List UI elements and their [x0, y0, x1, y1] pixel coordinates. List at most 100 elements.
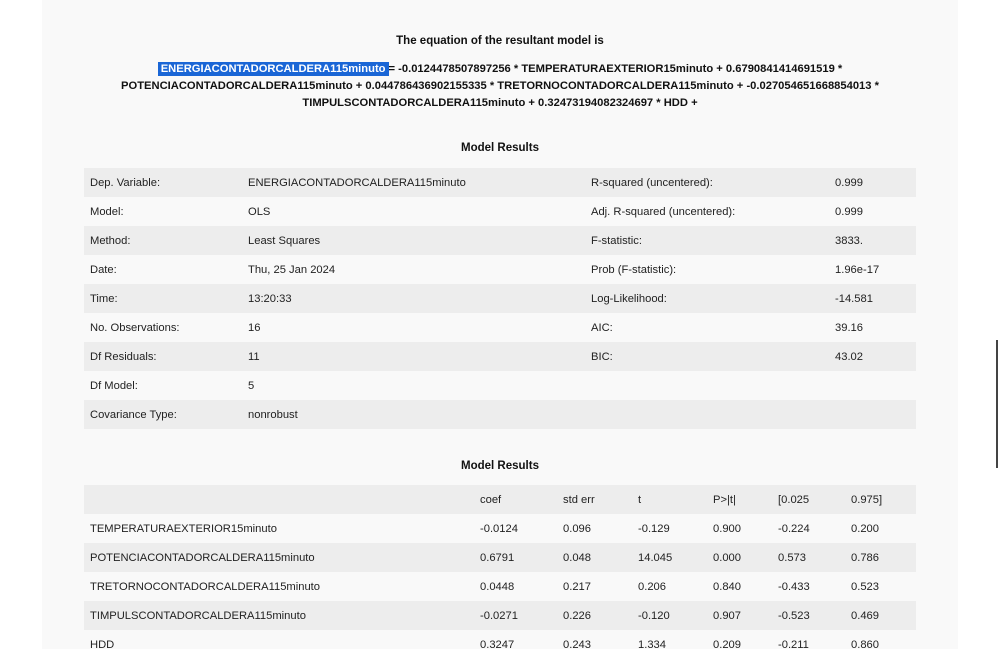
column-header: t — [638, 493, 642, 506]
coefficient-row: HDD 0.3247 0.243 1.334 0.209 -0.211 0.860 — [84, 630, 916, 659]
summary-cell — [585, 371, 829, 400]
coefficient-cell: -0.0124 — [480, 522, 518, 535]
coefficient-cell: 0.6791 — [480, 551, 515, 564]
coefficient-cell: 0.048 — [563, 551, 591, 564]
coefficient-cell: -0.129 — [638, 522, 670, 535]
summary-row: Df Residuals: 11 BIC: 43.02 — [84, 342, 916, 371]
coefficient-row: TRETORNOCONTADORCALDERA115minuto 0.0448 0.… — [84, 572, 916, 601]
column-header — [84, 485, 474, 514]
coefficient-cell: 0.860 — [851, 638, 879, 651]
coefficient-cell: 0.206 — [638, 580, 666, 593]
summary-cell: Thu, 25 Jan 2024 — [248, 263, 336, 276]
coefficient-row: TEMPERATURAEXTERIOR15minuto -0.0124 0.096 -… — [84, 514, 916, 543]
summary-cell: -14.581 — [835, 292, 873, 305]
summary-cell: R-squared (uncentered): — [591, 176, 713, 189]
coefficient-cell: 0.217 — [563, 580, 591, 593]
coefficients-table: coef std err t P>|t| [0.025 0.975] TEMPERATUR… — [84, 485, 916, 659]
coefficient-cell: -0.224 — [778, 522, 810, 535]
coefficient-cell: -0.120 — [638, 609, 670, 622]
summary-cell: 3833. — [835, 234, 863, 247]
column-header: std err — [563, 493, 595, 506]
summary-cell: 39.16 — [835, 321, 863, 334]
summary-row: Time: 13:20:33 Log-Likelihood: -14.581 — [84, 284, 916, 313]
summary-cell: nonrobust — [248, 408, 298, 421]
coefficient-cell: 0.096 — [563, 522, 591, 535]
summary-cell — [585, 400, 829, 429]
summary-cell: 5 — [248, 379, 255, 392]
scrollbar-thumb[interactable] — [996, 340, 998, 468]
summary-row: Date: Thu, 25 Jan 2024 Prob (F-statistic):… — [84, 255, 916, 284]
summary-cell: 1.96e-17 — [835, 263, 880, 276]
summary-cell: Prob (F-statistic): — [591, 263, 677, 276]
summary-cell: Dep. Variable: — [90, 176, 161, 189]
summary-cell: Adj. R-squared (uncentered): — [591, 205, 736, 218]
summary-cell: ENERGIACONTADORCALDERA115minuto — [248, 176, 466, 189]
coefficient-cell: 14.045 — [638, 551, 673, 564]
selected-dependent-variable[interactable]: ENERGIACONTADORCALDERA115minuto — [157, 62, 389, 76]
coefficient-row: TIMPULSCONTADORCALDERA115minuto -0.0271 0.… — [84, 601, 916, 630]
variable-name: TRETORNOCONTADORCALDERA115minuto — [90, 580, 321, 593]
summary-cell: Model: — [90, 205, 124, 218]
coefficient-cell: 0.573 — [778, 551, 806, 564]
summary-cell: 0.999 — [835, 176, 863, 189]
summary-cell: Df Model: — [90, 379, 138, 392]
summary-cell: OLS — [248, 205, 271, 218]
coefficient-cell: 0.469 — [851, 609, 879, 622]
coefficient-row: POTENCIACONTADORCALDERA115minuto 0.6791 0.… — [84, 543, 916, 572]
coefficient-cell: 0.243 — [563, 638, 591, 651]
summary-cell: 13:20:33 — [248, 292, 292, 305]
summary-row: No. Observations: 16 AIC: 39.16 — [84, 313, 916, 342]
coefficient-cell: -0.433 — [778, 580, 810, 593]
summary-cell — [829, 400, 916, 429]
coefficient-cell: 0.907 — [713, 609, 741, 622]
coefficient-cell: 0.900 — [713, 522, 741, 535]
summary-cell: 43.02 — [835, 350, 863, 363]
coefficient-cell: 0.840 — [713, 580, 741, 593]
summary-table: Dep. Variable: ENERGIACONTADORCALDERA115m… — [84, 168, 916, 429]
summary-cell — [829, 371, 916, 400]
summary-cell: 16 — [248, 321, 261, 334]
coefficient-cell: -0.523 — [778, 609, 810, 622]
summary-cell: F-statistic: — [591, 234, 642, 247]
variable-name: TIMPULSCONTADORCALDERA115minuto — [90, 609, 306, 622]
summary-row: Model: OLS Adj. R-squared (uncentered): 0.9… — [84, 197, 916, 226]
equation-heading: The equation of the resultant model is — [396, 35, 604, 47]
coefficient-cell: 0.786 — [851, 551, 879, 564]
summary-row: Method: Least Squares F-statistic: 3833. — [84, 226, 916, 255]
summary-cell: 0.999 — [835, 205, 863, 218]
coefficient-cell: 0.200 — [851, 522, 879, 535]
coefficient-cell: 0.0448 — [480, 580, 515, 593]
summary-cell: No. Observations: — [90, 321, 180, 334]
summary-row: Df Model: 5 — [84, 371, 916, 400]
variable-name: POTENCIACONTADORCALDERA115minuto — [90, 551, 315, 564]
summary-row: Covariance Type: nonrobust — [84, 400, 916, 429]
column-header: [0.025 — [778, 493, 810, 506]
summary-cell: Covariance Type: — [90, 408, 177, 421]
coefficient-cell: 1.334 — [638, 638, 666, 651]
column-header: coef — [480, 493, 502, 506]
variable-name: HDD — [90, 638, 115, 651]
model-equation[interactable]: ENERGIACONTADORCALDERA115minuto = -0.0124… — [102, 61, 898, 112]
coefficient-cell: 0.209 — [713, 638, 741, 651]
coefficient-cell: 0.226 — [563, 609, 591, 622]
summary-cell: BIC: — [591, 350, 613, 363]
summary-heading: Model Results — [461, 142, 539, 154]
coefficients-heading: Model Results — [461, 460, 539, 472]
summary-cell: Date: — [90, 263, 117, 276]
summary-cell: Log-Likelihood: — [591, 292, 667, 305]
report-page: The equation of the resultant model is E… — [42, 0, 958, 651]
summary-cell: Df Residuals: — [90, 350, 157, 363]
coefficient-cell: 0.3247 — [480, 638, 515, 651]
coefficient-cell: 0.523 — [851, 580, 879, 593]
coefficient-cell: 0.000 — [713, 551, 741, 564]
variable-name: TEMPERATURAEXTERIOR15minuto — [90, 522, 277, 535]
summary-cell: AIC: — [591, 321, 613, 334]
summary-row: Dep. Variable: ENERGIACONTADORCALDERA115m… — [84, 168, 916, 197]
summary-cell: Method: — [90, 234, 131, 247]
coefficients-header-row: coef std err t P>|t| [0.025 0.975] — [84, 485, 916, 514]
summary-cell: Least Squares — [248, 234, 321, 247]
coefficient-cell: -0.211 — [778, 638, 809, 651]
summary-cell: Time: — [90, 292, 118, 305]
column-header: 0.975] — [851, 493, 883, 506]
coefficient-cell: -0.0271 — [480, 609, 518, 622]
